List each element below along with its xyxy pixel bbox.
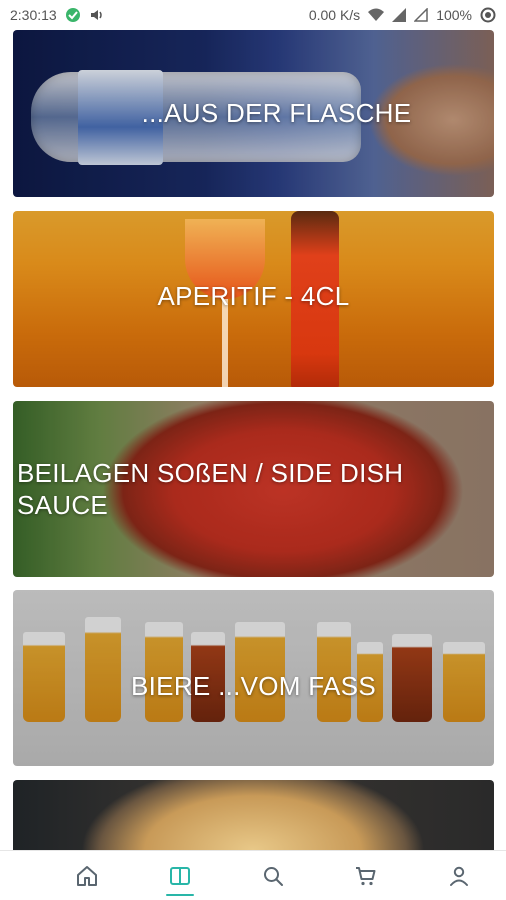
status-battery: 100%	[436, 7, 472, 23]
status-left: 2:30:13	[10, 7, 105, 23]
category-card-biere-vom-fass[interactable]: BIERE ...VOM FASS	[13, 590, 494, 766]
search-icon	[263, 866, 283, 886]
status-right: 0.00 K/s 100%	[309, 7, 496, 23]
card-title: BEILAGEN SOßEN / SIDE DISH SAUCE	[17, 458, 404, 520]
cart-icon	[356, 866, 376, 885]
battery-saver-icon	[480, 7, 496, 23]
category-card-aus-der-flasche[interactable]: ...AUS DER FLASCHE	[13, 30, 494, 197]
card-title: APERITIF - 4CL	[157, 280, 350, 311]
volume-icon	[89, 7, 105, 23]
signal-empty-icon	[414, 8, 428, 22]
signal-icon	[392, 8, 407, 22]
nav-home[interactable]	[65, 854, 109, 898]
nav-profile[interactable]	[437, 854, 481, 898]
category-card-beilagen-sossen[interactable]: BEILAGEN SOßEN / SIDE DISH SAUCE	[13, 401, 494, 577]
nav-search[interactable]	[251, 854, 295, 898]
card-title: BIERE ...VOM FASS	[131, 670, 376, 701]
status-bar: 2:30:13 0.00 K/s 100%	[0, 0, 506, 30]
category-feed[interactable]: ...AUS DER FLASCHE APERITIF - 4CL BEILAG…	[0, 30, 506, 850]
vpn-icon	[65, 7, 81, 23]
status-net-speed: 0.00 K/s	[308, 7, 361, 23]
home-icon	[76, 865, 97, 886]
wifi-icon	[368, 8, 385, 22]
category-card-aperitif[interactable]: APERITIF - 4CL	[13, 211, 494, 387]
nav-menu[interactable]	[158, 854, 202, 898]
nav-cart[interactable]	[344, 854, 388, 898]
category-card-dish[interactable]	[13, 780, 494, 850]
card-title: ...AUS DER FLASCHE	[141, 98, 412, 128]
menu-book-icon	[169, 866, 190, 885]
bottom-navigation	[0, 850, 506, 900]
card-title	[13, 780, 494, 850]
status-time: 2:30:13	[10, 7, 57, 23]
profile-icon	[450, 866, 469, 886]
